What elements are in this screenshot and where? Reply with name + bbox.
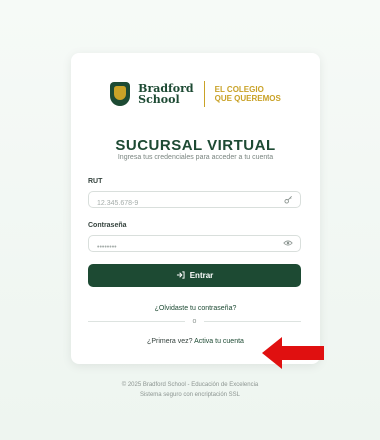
login-button[interactable]: Entrar <box>88 264 301 287</box>
red-arrow-icon <box>262 337 324 369</box>
or-text: o <box>192 318 197 325</box>
rut-input[interactable] <box>89 196 277 211</box>
password-label: Contraseña <box>88 222 127 229</box>
login-card: Bradford School EL COLEGIO QUE QUEREMOS … <box>71 53 320 364</box>
login-arrow-icon <box>176 270 185 281</box>
key-icon <box>284 195 293 206</box>
rut-field[interactable] <box>88 191 301 211</box>
page-subtitle: Ingresa tus credenciales para acceder a … <box>117 154 274 161</box>
password-field[interactable] <box>88 235 301 255</box>
eye-icon[interactable] <box>283 239 293 249</box>
login-button-label: Entrar <box>189 271 214 280</box>
school-crest-icon <box>110 82 131 106</box>
rut-label: RUT <box>88 178 103 185</box>
or-divider: o <box>88 318 301 325</box>
activate-account-link[interactable]: Activa tu cuenta <box>194 338 244 345</box>
footer-security-note: Sistema seguro con encriptación SSL <box>139 392 241 398</box>
footer-copyright: © 2025 Bradford School - Educación de Ex… <box>121 382 259 388</box>
footer: © 2025 Bradford School - Educación de Ex… <box>0 380 380 400</box>
page-title: SUCURSAL VIRTUAL <box>115 137 276 154</box>
school-name: Bradford School <box>138 82 194 106</box>
first-time-prefix: ¿Primera vez? <box>147 338 195 345</box>
password-input[interactable] <box>89 240 277 255</box>
logo: Bradford School EL COLEGIO QUE QUEREMOS <box>71 81 320 107</box>
logo-divider <box>203 81 205 107</box>
forgot-password-link[interactable]: ¿Olvidaste tu contraseña? <box>71 305 320 312</box>
tagline: EL COLEGIO QUE QUEREMOS <box>214 85 281 103</box>
